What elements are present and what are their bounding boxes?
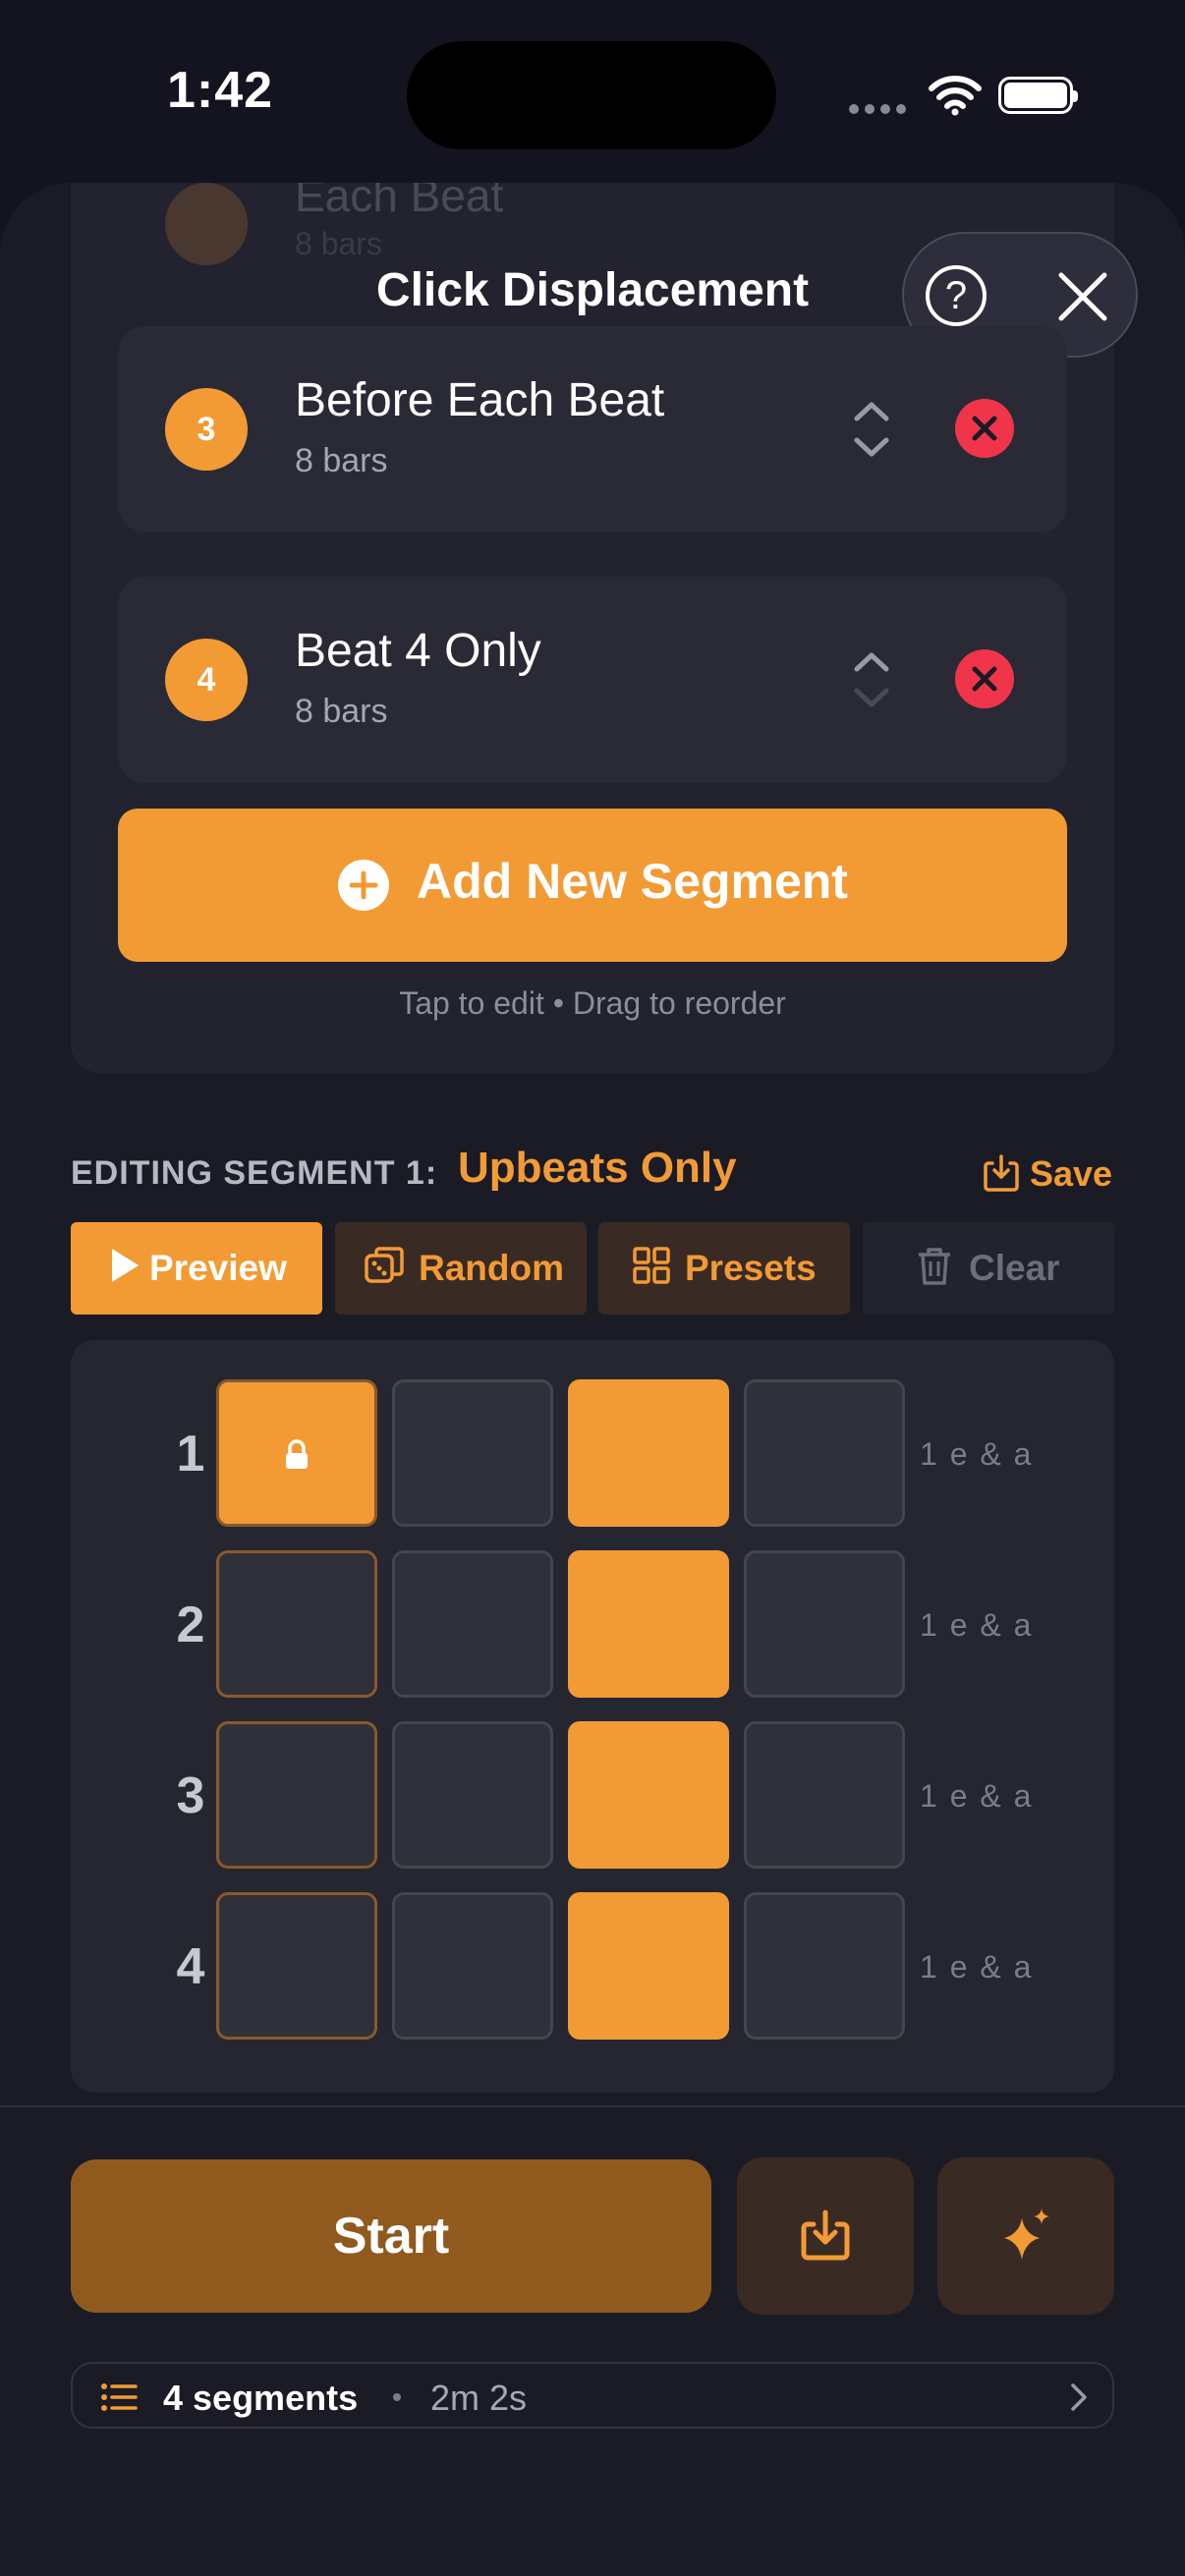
save-icon[interactable] xyxy=(983,1153,1020,1193)
beat-cell[interactable] xyxy=(392,1892,553,2040)
presets-button[interactable]: Presets xyxy=(598,1222,850,1315)
beat-cell[interactable] xyxy=(744,1379,905,1527)
sparkles-icon xyxy=(1004,2209,1049,2260)
add-segment-label: Add New Segment xyxy=(417,854,848,909)
beat-cell[interactable] xyxy=(392,1721,553,1869)
segment-card[interactable]: 4 Beat 4 Only 8 bars xyxy=(118,577,1067,783)
beat-cell[interactable] xyxy=(392,1550,553,1698)
preview-button[interactable]: Preview xyxy=(71,1222,322,1315)
subdivision-hint: 1 e & a xyxy=(920,1949,1034,1985)
segment-number: 4 xyxy=(165,639,248,721)
beat-cell[interactable] xyxy=(216,1892,377,2040)
segment-length: 8 bars xyxy=(295,693,388,730)
clear-button[interactable]: Clear xyxy=(863,1222,1114,1315)
subdivision-hint: 1 e & a xyxy=(920,1778,1034,1814)
battery-icon xyxy=(998,77,1078,114)
save-button[interactable]: Save xyxy=(1030,1153,1112,1195)
segment-title: Before Each Beat xyxy=(295,374,665,426)
beat-cell[interactable] xyxy=(744,1892,905,2040)
status-time: 1:42 xyxy=(167,62,274,119)
beat-row-number: 4 xyxy=(176,1938,205,1995)
download-tray-icon xyxy=(801,2210,850,2261)
lock-icon xyxy=(286,1439,308,1469)
help-icon[interactable]: ? xyxy=(926,265,987,326)
plus-circle-icon xyxy=(338,860,389,911)
list-icon xyxy=(101,2383,138,2411)
beat-cell[interactable] xyxy=(216,1721,377,1869)
divider xyxy=(0,2105,1185,2107)
delete-segment-button[interactable] xyxy=(955,399,1014,458)
segment-title: Beat 4 Only xyxy=(295,625,541,677)
beat-cell[interactable] xyxy=(744,1550,905,1698)
beat-cell[interactable] xyxy=(216,1550,377,1698)
beat-cell[interactable] xyxy=(568,1721,729,1869)
beat-row-number: 3 xyxy=(176,1767,205,1824)
segments-summary[interactable]: 4 segments 2m 2s xyxy=(71,2362,1114,2429)
play-icon xyxy=(112,1249,139,1282)
dynamic-island xyxy=(407,41,776,149)
x-icon xyxy=(972,416,997,441)
beat-row-number: 2 xyxy=(176,1596,205,1653)
import-button[interactable] xyxy=(737,2157,914,2315)
x-icon xyxy=(972,666,997,692)
segment-count: 4 segments xyxy=(163,2378,359,2418)
beat-cell[interactable] xyxy=(568,1550,729,1698)
reorder-icon[interactable] xyxy=(845,385,898,474)
start-button[interactable]: Start xyxy=(71,2159,711,2313)
dice-icon xyxy=(365,1247,404,1283)
wifi-icon xyxy=(929,76,982,116)
close-icon[interactable] xyxy=(1053,267,1112,326)
separator-dot xyxy=(393,2393,401,2401)
chevron-right-icon xyxy=(1071,2383,1087,2411)
beat-cell[interactable] xyxy=(568,1379,729,1527)
total-duration: 2m 2s xyxy=(430,2378,528,2418)
trash-icon xyxy=(919,1248,950,1285)
segment-number: 3 xyxy=(165,388,248,471)
beat-grid: 1 1 e & a 2 1 e & a 3 1 e & a 4 1 e & a xyxy=(71,1340,1114,2093)
editing-label: EDITING SEGMENT 1: xyxy=(71,1154,438,1192)
beat-cell[interactable] xyxy=(568,1892,729,2040)
beat-cell[interactable] xyxy=(216,1379,377,1527)
reorder-hint: Tap to edit • Drag to reorder xyxy=(399,985,786,1021)
subdivision-hint: 1 e & a xyxy=(920,1607,1034,1643)
random-button[interactable]: Random xyxy=(335,1222,587,1315)
reorder-icon[interactable] xyxy=(845,636,898,724)
segment-card[interactable]: 3 Before Each Beat 8 bars xyxy=(118,326,1067,532)
add-segment-button[interactable]: Add New Segment xyxy=(118,809,1067,962)
beat-cell[interactable] xyxy=(392,1379,553,1527)
editing-segment-name: Upbeats Only xyxy=(458,1144,737,1192)
signal-dots-icon xyxy=(849,101,912,119)
grid-icon xyxy=(633,1247,670,1284)
segment-length: 8 bars xyxy=(295,442,388,479)
magic-button[interactable] xyxy=(937,2157,1114,2315)
subdivision-hint: 1 e & a xyxy=(920,1436,1034,1472)
beat-row-number: 1 xyxy=(176,1426,205,1483)
beat-cell[interactable] xyxy=(744,1721,905,1869)
delete-segment-button[interactable] xyxy=(955,649,1014,708)
